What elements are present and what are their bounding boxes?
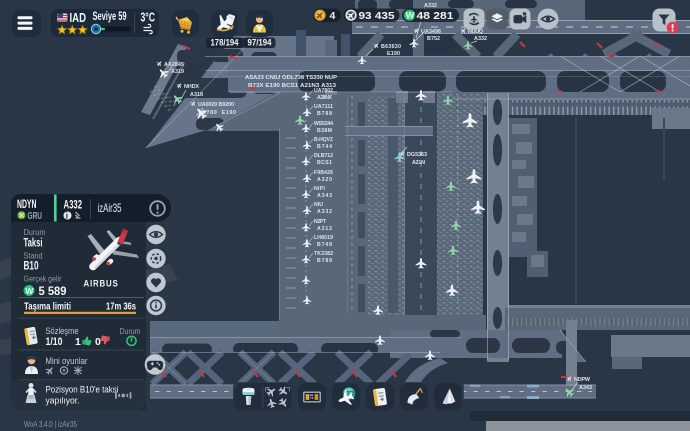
svg-text:NIPI: NIPI bbox=[314, 186, 326, 192]
svg-text:ASA23 CN0J ODL738 TS330 NUP: ASA23 CN0J ODL738 TS330 NUP bbox=[245, 75, 337, 81]
svg-text:Seviye 59: Seviye 59 bbox=[93, 9, 127, 23]
svg-text:A332: A332 bbox=[474, 36, 487, 42]
svg-text:UA0020 B9200: UA0020 B9200 bbox=[198, 102, 234, 108]
svg-text:A28NX: A28NX bbox=[317, 95, 333, 101]
svg-text:E190: E190 bbox=[387, 51, 400, 57]
svg-text:97/194: 97/194 bbox=[248, 37, 272, 47]
svg-text:NHDX: NHDX bbox=[184, 84, 199, 90]
svg-text:IAD: IAD bbox=[70, 10, 87, 25]
svg-text:A343: A343 bbox=[317, 193, 332, 199]
svg-text:A332: A332 bbox=[424, 3, 437, 9]
svg-text:NIU: NIU bbox=[314, 202, 323, 208]
svg-text:Pozisyon B10'e taksi: Pozisyon B10'e taksi bbox=[46, 385, 119, 395]
svg-text:AA2845: AA2845 bbox=[164, 62, 184, 68]
svg-text:A332: A332 bbox=[317, 209, 332, 215]
svg-text:3°C: 3°C bbox=[141, 11, 156, 25]
svg-text:W: W bbox=[25, 286, 34, 296]
svg-text:A332: A332 bbox=[64, 198, 83, 212]
svg-text:B752: B752 bbox=[427, 36, 440, 42]
svg-text:A21N: A21N bbox=[412, 160, 425, 166]
svg-text:93 435: 93 435 bbox=[359, 10, 395, 22]
svg-text:B788: B788 bbox=[317, 111, 332, 117]
svg-text:LH8019: LH8019 bbox=[314, 235, 333, 241]
svg-text:F9B426: F9B426 bbox=[314, 170, 333, 176]
svg-text:A343: A343 bbox=[579, 385, 592, 391]
svg-text:WS5244: WS5244 bbox=[314, 121, 333, 127]
svg-text:Mini oyunlar: Mini oyunlar bbox=[46, 356, 88, 366]
svg-text:izAir35: izAir35 bbox=[98, 201, 122, 215]
svg-text:WoA 3.4.0 | izAir35: WoA 3.4.0 | izAir35 bbox=[24, 419, 77, 429]
svg-text:W: W bbox=[406, 11, 415, 21]
svg-text:AIRBUS: AIRBUS bbox=[84, 279, 119, 290]
svg-text:4: 4 bbox=[330, 10, 336, 22]
svg-text:1/10: 1/10 bbox=[46, 336, 63, 348]
svg-text:BCS1: BCS1 bbox=[317, 160, 332, 166]
svg-text:48 281: 48 281 bbox=[417, 10, 454, 22]
svg-text:TK3382: TK3382 bbox=[314, 251, 333, 257]
svg-text:B748: B748 bbox=[317, 242, 332, 248]
svg-text:UA7802: UA7802 bbox=[314, 88, 333, 94]
svg-text:Taşıma limiti: Taşıma limiti bbox=[24, 301, 71, 313]
svg-text:DG5363: DG5363 bbox=[407, 152, 427, 158]
svg-text:Durum: Durum bbox=[120, 326, 141, 336]
svg-text:N2PT: N2PT bbox=[314, 219, 327, 225]
svg-text:UA7111: UA7111 bbox=[314, 104, 333, 110]
svg-text:B10: B10 bbox=[24, 259, 39, 273]
svg-text:A312: A312 bbox=[317, 226, 332, 232]
svg-text:i: i bbox=[66, 212, 68, 221]
svg-text:Gerçek gelir: Gerçek gelir bbox=[24, 274, 62, 284]
svg-text:NUUQ: NUUQ bbox=[468, 29, 483, 35]
svg-text:B789: B789 bbox=[317, 258, 332, 264]
svg-text:B744: B744 bbox=[317, 144, 332, 150]
svg-text:0: 0 bbox=[95, 336, 101, 348]
svg-text:GRU: GRU bbox=[28, 210, 43, 222]
svg-text:B63630: B63630 bbox=[381, 44, 401, 50]
svg-text:A320: A320 bbox=[317, 177, 332, 183]
svg-text:B780 E190: B780 E190 bbox=[202, 110, 236, 116]
svg-text:NDPW: NDPW bbox=[574, 377, 591, 383]
svg-text:A319: A319 bbox=[171, 69, 184, 75]
svg-text:1: 1 bbox=[75, 336, 81, 348]
svg-text:178/194: 178/194 bbox=[211, 37, 239, 47]
svg-text:17m 36s: 17m 36s bbox=[106, 301, 136, 313]
svg-text:DLB712: DLB712 bbox=[314, 153, 333, 159]
svg-text:Sözleşme: Sözleşme bbox=[46, 326, 79, 336]
svg-text:5 589: 5 589 bbox=[39, 284, 67, 298]
svg-text:A318: A318 bbox=[190, 92, 203, 98]
svg-text:B-HQVZ: B-HQVZ bbox=[314, 137, 334, 143]
svg-text:UA3496: UA3496 bbox=[421, 29, 441, 35]
svg-text:yapılıyor.: yapılıyor. bbox=[46, 396, 80, 406]
svg-text:Taksi: Taksi bbox=[24, 236, 43, 250]
svg-text:B38M: B38M bbox=[317, 128, 332, 134]
